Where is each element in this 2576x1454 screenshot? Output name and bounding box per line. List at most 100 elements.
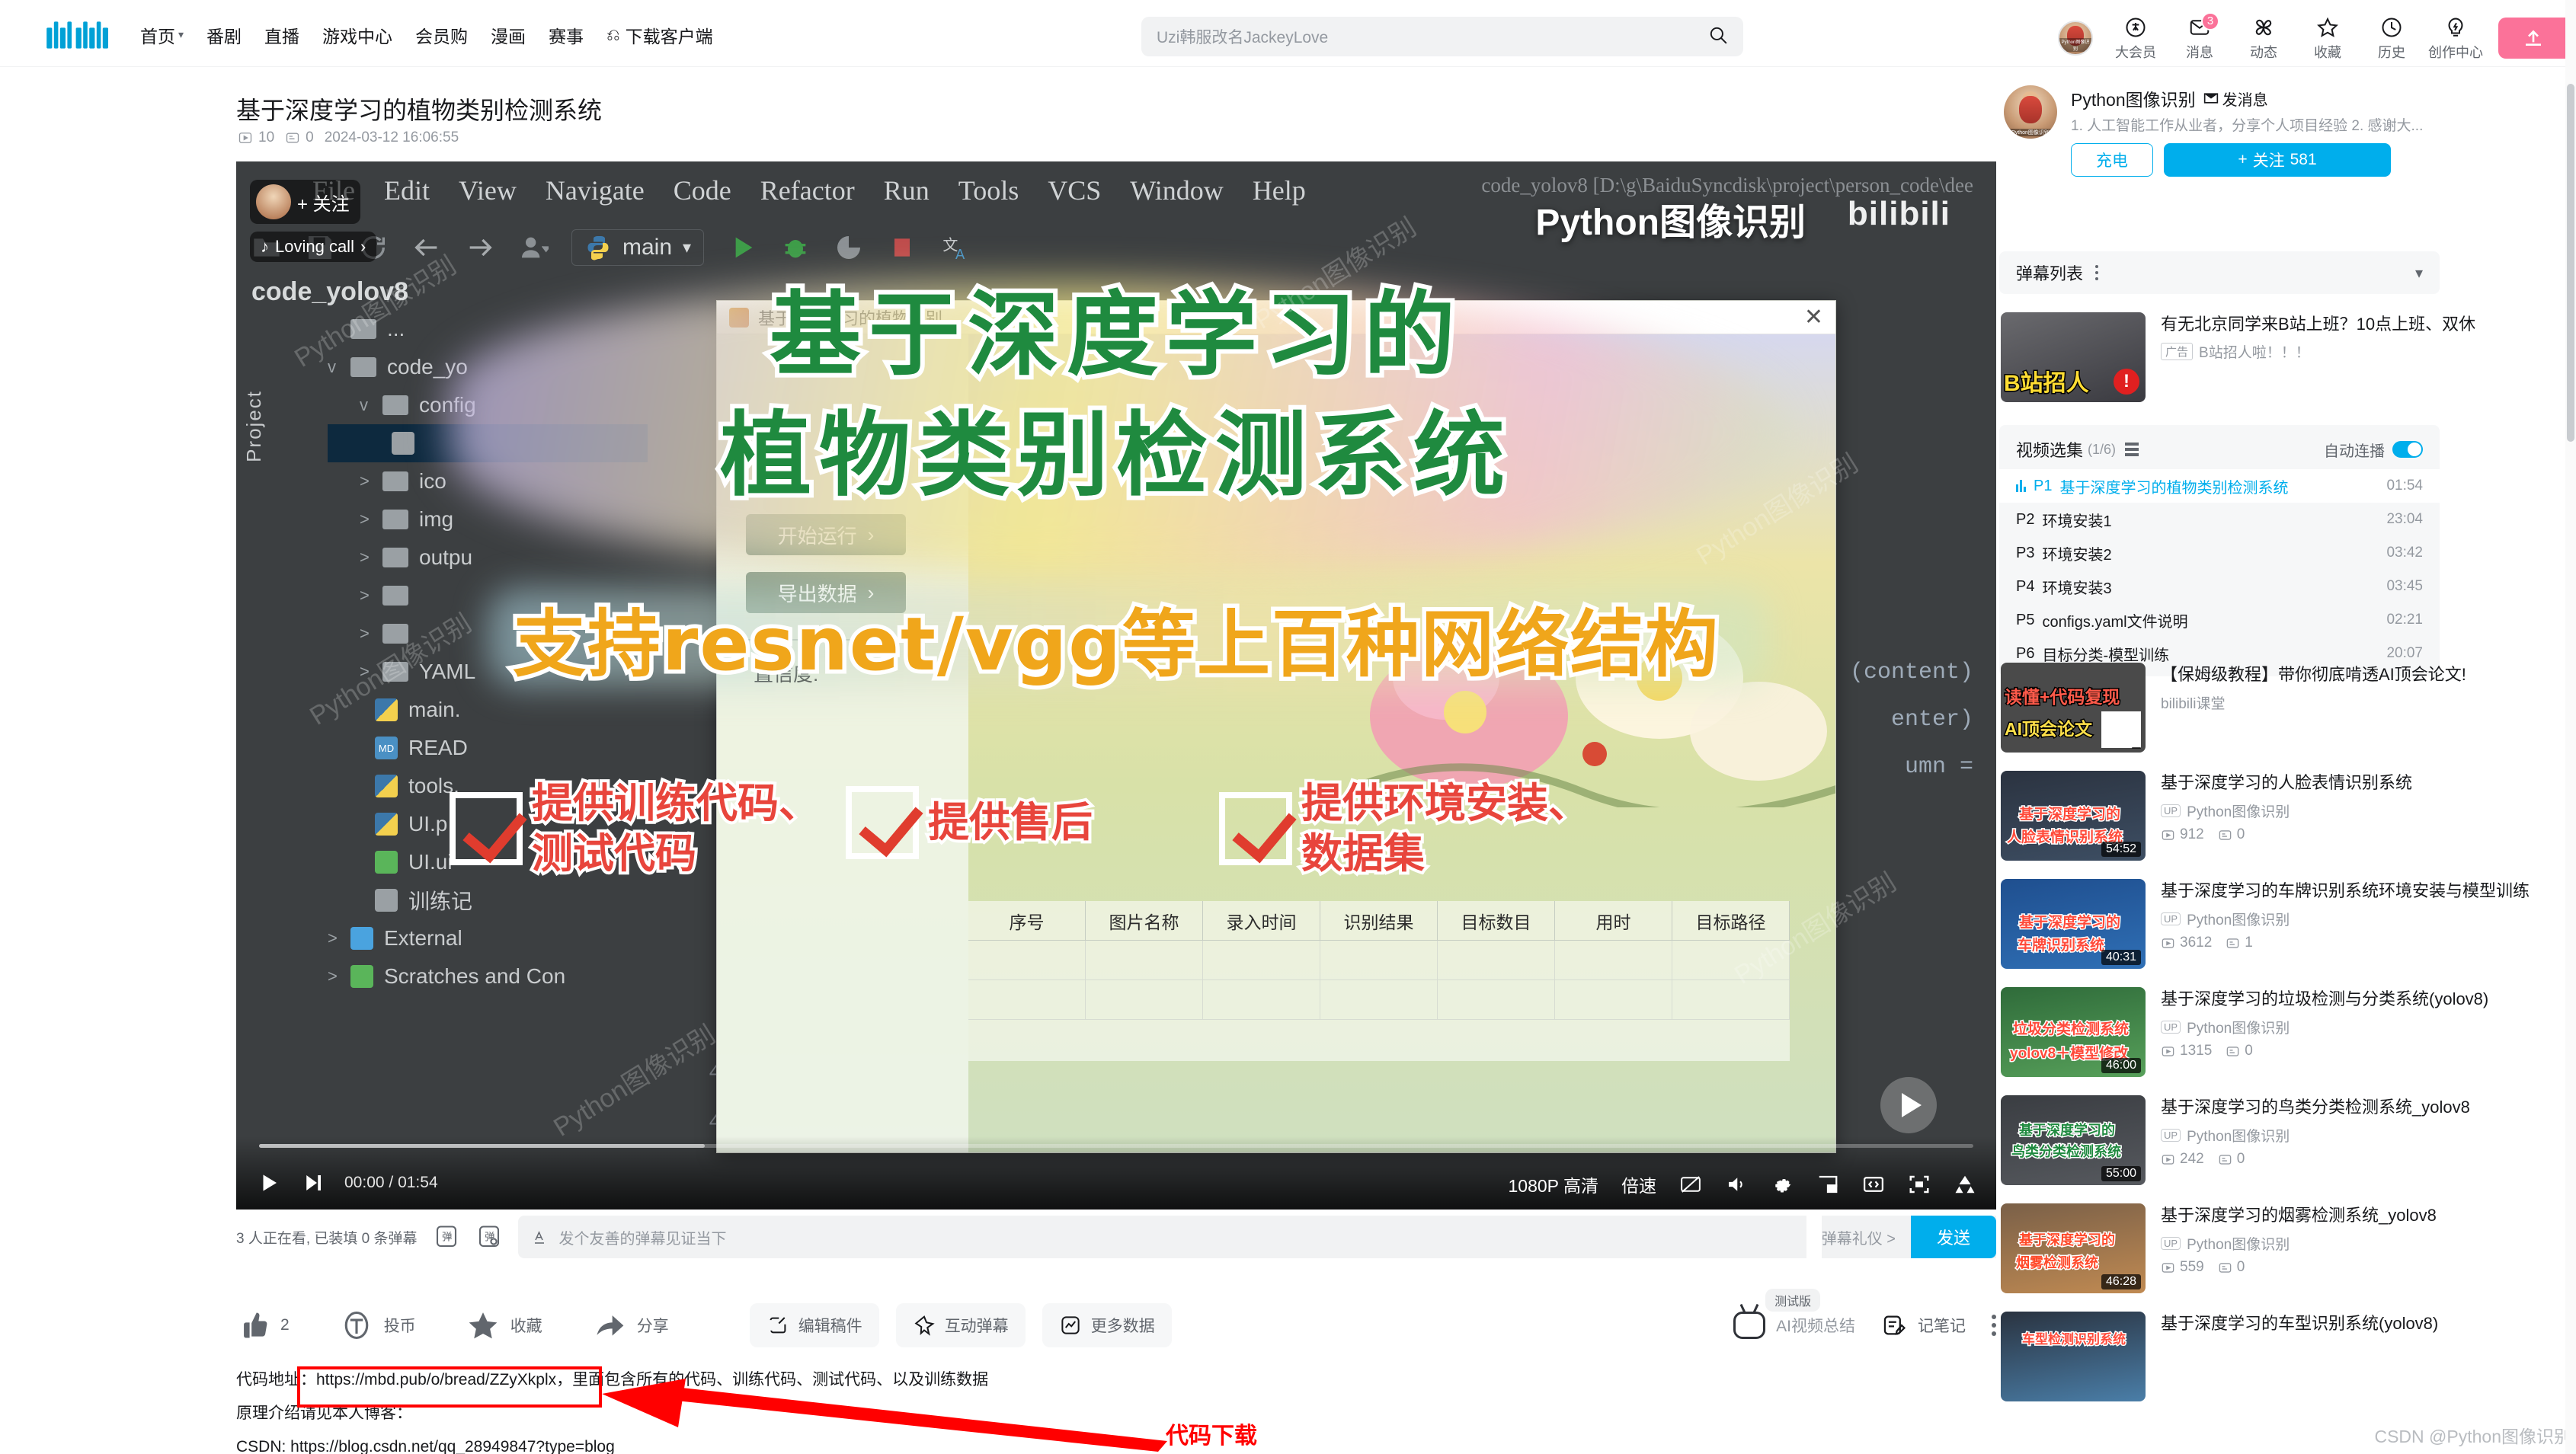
recommended-uploader[interactable]: UP Python图像识别 bbox=[2161, 1233, 2542, 1254]
widescreen-icon[interactable] bbox=[1862, 1173, 1885, 1196]
episode-item-p1[interactable]: P1 基于深度学习的植物类别检测系统 01:54 bbox=[1999, 469, 2440, 503]
follow-button[interactable]: + 关注 581 bbox=[2164, 143, 2391, 177]
episode-item-p3[interactable]: P3 环境安装2 03:42 bbox=[1999, 536, 2440, 570]
video-thumbnail[interactable]: 基于深度学习的 鸟类分类检测系统 55:00 bbox=[2001, 1095, 2146, 1185]
speed-selector[interactable]: 倍速 bbox=[1621, 1171, 1656, 1197]
like-button[interactable]: 2 bbox=[236, 1309, 290, 1342]
quality-selector[interactable]: 1080P 高清 bbox=[1509, 1171, 1598, 1197]
ai-summary-button[interactable]: AI视频总结 bbox=[1733, 1312, 1855, 1339]
send-danmaku-button[interactable]: 发送 bbox=[1911, 1216, 1996, 1258]
header-item-vip[interactable]: 大会员 bbox=[2104, 15, 2168, 62]
nav-item-gamecenter[interactable]: 游戏中心 bbox=[322, 22, 392, 48]
debug-icon[interactable] bbox=[780, 232, 811, 263]
send-message-button[interactable]: 发消息 bbox=[2203, 88, 2268, 110]
tree-item[interactable]: main. bbox=[328, 691, 648, 729]
video-thumbnail[interactable]: 基于深度学习的 车牌识别系统 40:31 bbox=[2001, 879, 2146, 969]
user-avatar[interactable]: Python图像识别 bbox=[2058, 21, 2093, 56]
header-item-favorites[interactable]: 收藏 bbox=[2296, 15, 2360, 62]
recommended-uploader[interactable]: bilibili课堂 bbox=[2161, 692, 2542, 713]
recommended-item[interactable]: 基于深度学习的 鸟类分类检测系统 55:00 基于深度学习的鸟类分类检测系统_y… bbox=[2001, 1095, 2572, 1185]
recommended-uploader[interactable]: UP Python图像识别 bbox=[2161, 909, 2542, 929]
charge-button[interactable]: 充电 bbox=[2071, 143, 2153, 177]
nav-item-home[interactable]: 首页 ▾ bbox=[140, 22, 184, 48]
recommended-title[interactable]: 基于深度学习的鸟类分类检测系统_yolov8 bbox=[2161, 1095, 2542, 1120]
interactive-danmaku-button[interactable]: 互动弹幕 bbox=[895, 1303, 1026, 1347]
recommended-uploader[interactable]: UP Python图像识别 bbox=[2161, 800, 2542, 821]
recommended-item[interactable]: 垃圾分类检测系统 yolov8＋模型修改 46:00 基于深度学习的垃圾检测与分… bbox=[2001, 987, 2572, 1077]
autoplay-control[interactable]: 自动连播 bbox=[2324, 439, 2423, 461]
subtitle-off-icon[interactable] bbox=[1679, 1173, 1702, 1196]
video-thumbnail[interactable]: 垃圾分类检测系统 yolov8＋模型修改 46:00 bbox=[2001, 987, 2146, 1077]
scrollbar-thumb[interactable] bbox=[2567, 84, 2574, 442]
uploader-avatar[interactable]: Python图像识别 bbox=[2004, 85, 2057, 139]
settings-icon[interactable] bbox=[1771, 1173, 1794, 1196]
danmaku-input[interactable]: 发个友善的弹幕见证当下 bbox=[517, 1216, 1806, 1258]
recommended-uploader[interactable]: UP Python图像识别 bbox=[2161, 1125, 2542, 1146]
tree-item[interactable]: > outpu bbox=[328, 538, 648, 577]
header-item-history[interactable]: 历史 bbox=[2360, 15, 2424, 62]
tree-item[interactable]: MD READ bbox=[328, 729, 648, 767]
video-thumbnail[interactable]: 基于深度学习的 人脸表情识别系统 54:52 bbox=[2001, 771, 2146, 861]
recommended-item[interactable]: 基于深度学习的 车牌识别系统 40:31 基于深度学习的车牌识别系统环境安装与模… bbox=[2001, 879, 2572, 969]
search-icon[interactable] bbox=[1708, 25, 1728, 49]
player-follow-chip[interactable]: + 关注 bbox=[250, 180, 360, 224]
upload-button[interactable] bbox=[2498, 18, 2568, 59]
danmaku-toggle-icon[interactable]: 弹 bbox=[433, 1223, 460, 1251]
chevron-down-icon[interactable]: ▾ bbox=[2415, 264, 2423, 283]
run-icon[interactable] bbox=[727, 232, 757, 263]
ad-thumbnail[interactable]: B站招人 ! bbox=[2001, 312, 2146, 402]
take-note-button[interactable]: 记笔记 bbox=[1881, 1312, 1966, 1338]
danmaku-settings-icon[interactable]: 弹 bbox=[475, 1223, 503, 1251]
recommended-title[interactable]: 基于深度学习的烟雾检测系统_yolov8 bbox=[2161, 1203, 2542, 1228]
pip-icon[interactable] bbox=[1816, 1173, 1839, 1196]
recommended-item[interactable]: 读懂+代码复现 AI顶会论文 【保姆级教程】带你彻底啃透AI顶会论文! bili… bbox=[2001, 663, 2572, 753]
recommended-title[interactable]: 基于深度学习的车型识别系统(yolov8) bbox=[2161, 1312, 2542, 1336]
recommended-item[interactable]: 基于深度学习的 烟雾检测系统 46:28 基于深度学习的烟雾检测系统_yolov… bbox=[2001, 1203, 2572, 1293]
video-thumbnail[interactable]: 车型检测识别系统 bbox=[2001, 1312, 2146, 1401]
autoplay-toggle[interactable] bbox=[2392, 441, 2423, 458]
tree-item[interactable]: 训练记 bbox=[328, 881, 648, 919]
fullscreen-icon[interactable] bbox=[1954, 1173, 1976, 1196]
page-scrollbar[interactable] bbox=[2565, 0, 2576, 1454]
nav-item-match[interactable]: 赛事 bbox=[549, 22, 584, 48]
more-options-icon[interactable] bbox=[2095, 265, 2099, 280]
recommended-uploader[interactable]: UP Python图像识别 bbox=[2161, 1017, 2542, 1037]
episode-item-p2[interactable]: P2 环境安装1 23:04 bbox=[1999, 503, 2440, 536]
header-item-message[interactable]: 3 消息 bbox=[2168, 11, 2232, 62]
danmaku-list-panel[interactable]: 弹幕列表 ▾ bbox=[1999, 251, 2440, 294]
coin-button[interactable]: 投币 bbox=[340, 1309, 416, 1342]
recommended-title[interactable]: 基于深度学习的垃圾检测与分类系统(yolov8) bbox=[2161, 987, 2542, 1011]
episode-item-p5[interactable]: P5 configs.yaml文件说明 02:21 bbox=[1999, 603, 2440, 637]
tree-item[interactable]: > External bbox=[328, 919, 648, 957]
edit-submission-button[interactable]: 编辑稿件 bbox=[749, 1303, 879, 1347]
recommended-title[interactable]: 【保姆级教程】带你彻底啃透AI顶会论文! bbox=[2161, 663, 2542, 687]
header-item-dynamic[interactable]: 动态 bbox=[2232, 15, 2296, 62]
ad-title[interactable]: 有无北京同学来B站上班？10点上班、双休 bbox=[2161, 312, 2475, 337]
episode-item-p4[interactable]: P4 环境安装3 03:45 bbox=[1999, 570, 2440, 603]
nav-item-manga[interactable]: 漫画 bbox=[491, 22, 526, 48]
volume-icon[interactable] bbox=[1725, 1173, 1748, 1196]
nav-item-live[interactable]: 直播 bbox=[264, 22, 299, 48]
favorite-button[interactable]: 收藏 bbox=[466, 1309, 542, 1342]
play-icon[interactable] bbox=[256, 1170, 282, 1196]
run-configuration-selector[interactable]: main ▾ bbox=[571, 228, 705, 266]
sidebar-ad[interactable]: B站招人 ! 有无北京同学来B站上班？10点上班、双休 广告 B站招人啦！！！ bbox=[2001, 312, 2565, 402]
translate-icon[interactable]: 文A bbox=[940, 232, 971, 263]
coverage-icon[interactable] bbox=[834, 232, 864, 263]
video-thumbnail[interactable]: 读懂+代码复现 AI顶会论文 bbox=[2001, 663, 2146, 753]
center-play-button[interactable] bbox=[1880, 1077, 1937, 1133]
video-player[interactable]: File Edit View Navigate Code Refactor Ru… bbox=[236, 161, 1996, 1210]
video-thumbnail[interactable]: 基于深度学习的 烟雾检测系统 46:28 bbox=[2001, 1203, 2146, 1293]
stop-icon[interactable] bbox=[887, 232, 917, 263]
tree-item[interactable]: > Scratches and Con bbox=[328, 957, 648, 995]
recommended-title[interactable]: 基于深度学习的车牌识别系统环境安装与模型训练 bbox=[2161, 879, 2542, 903]
next-icon[interactable] bbox=[300, 1170, 326, 1196]
player-music-chip[interactable]: ♪ Loving call › bbox=[250, 232, 377, 262]
nav-item-bangumi[interactable]: 番剧 bbox=[206, 22, 242, 48]
share-button[interactable]: 分享 bbox=[593, 1309, 669, 1342]
recommended-item[interactable]: 车型检测识别系统 基于深度学习的车型识别系统(yolov8) bbox=[2001, 1312, 2572, 1401]
webfullscreen-icon[interactable] bbox=[1908, 1173, 1931, 1196]
nav-item-vipshop[interactable]: 会员购 bbox=[415, 22, 468, 48]
recommended-title[interactable]: 基于深度学习的人脸表情识别系统 bbox=[2161, 771, 2542, 795]
bilibili-logo[interactable] bbox=[44, 18, 117, 53]
